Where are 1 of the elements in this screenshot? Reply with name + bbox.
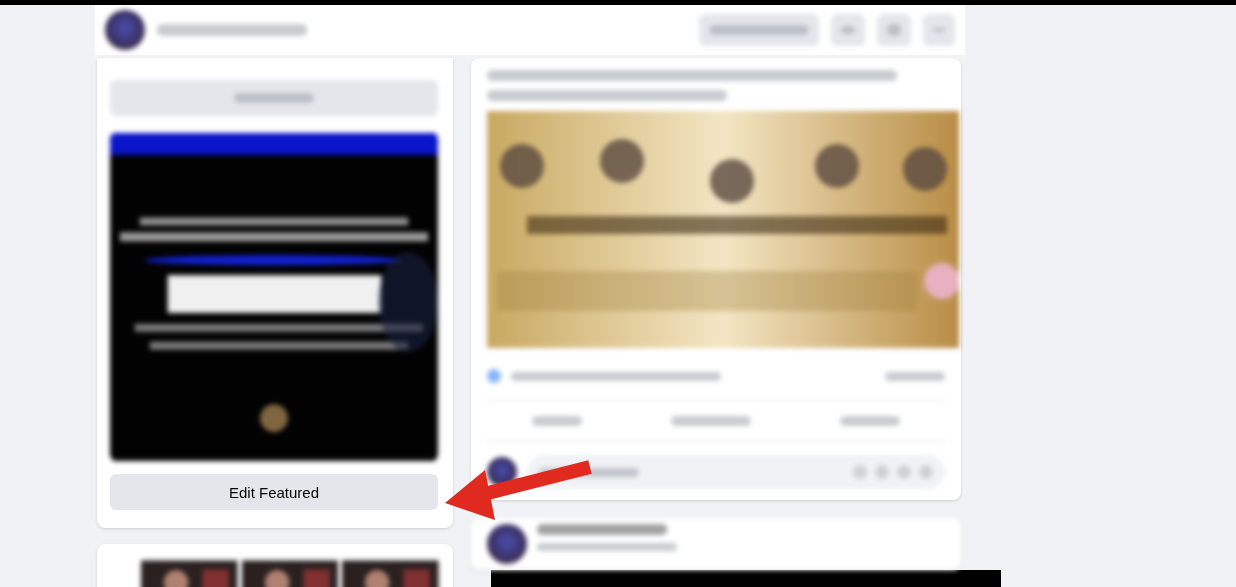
edit-featured-button[interactable]: Edit Featured <box>110 474 438 510</box>
